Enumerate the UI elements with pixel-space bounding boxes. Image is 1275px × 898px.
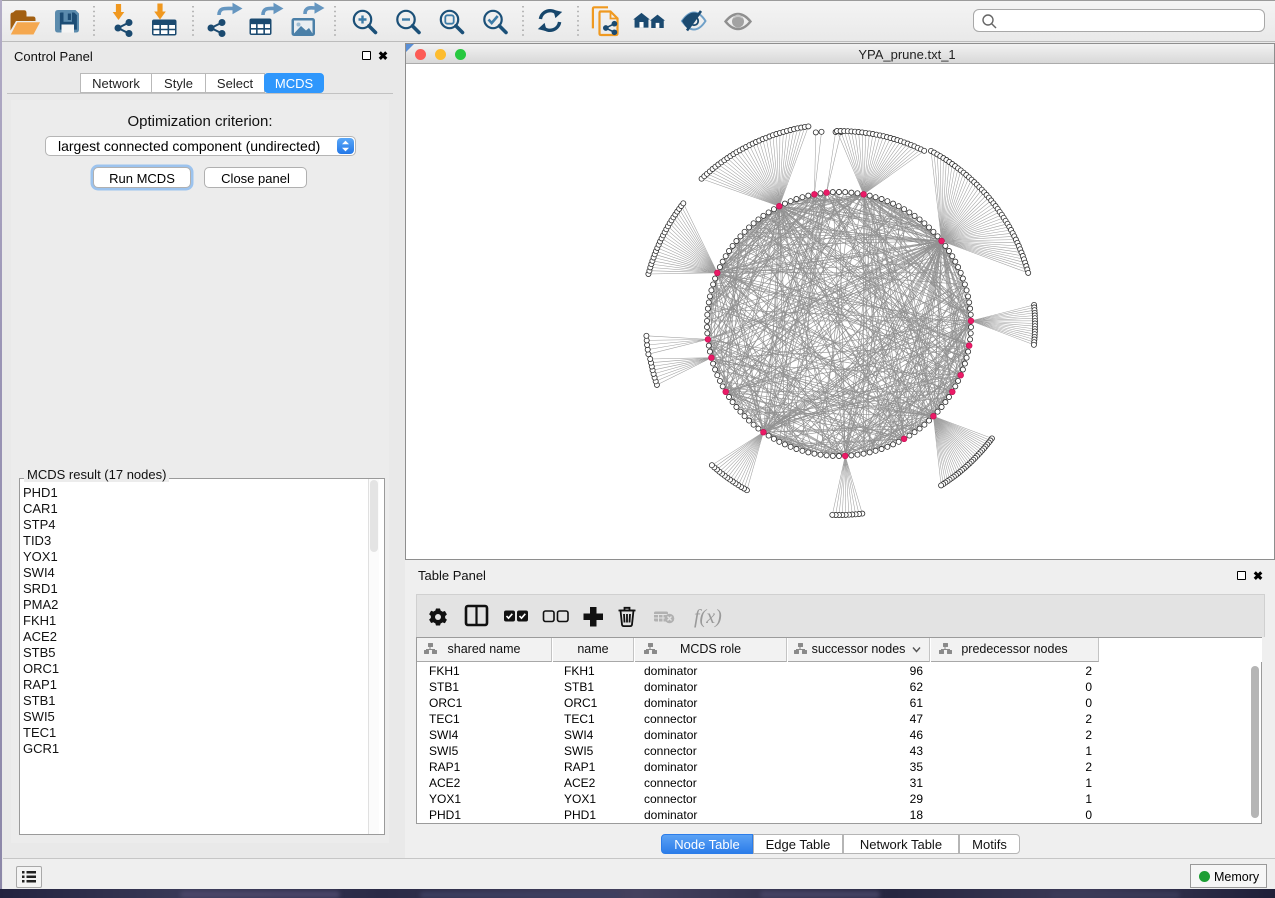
svg-text:f(x): f(x): [694, 606, 722, 628]
